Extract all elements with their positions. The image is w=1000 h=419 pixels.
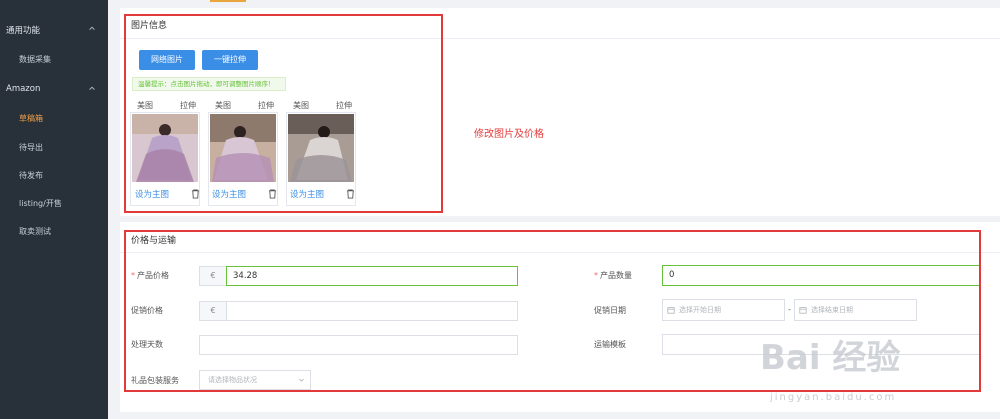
sidebar-item-drafts[interactable]: 草稿箱 [0,111,108,125]
chevron-up-icon [89,86,95,90]
sidebar-item-label: 待导出 [19,143,43,152]
sidebar-item-to-publish[interactable]: 待发布 [0,168,108,182]
sidebar-item-listing[interactable]: listing/开售 [0,196,108,210]
sidebar-item-label: 待发布 [19,171,43,180]
watermark-logo: Bai 经验 [760,338,901,378]
chevron-up-icon [89,26,95,30]
sidebar: 通用功能 数据采集 Amazon 草稿箱 待导出 待发布 listing/开售 … [0,0,108,419]
sidebar-item-data-collect[interactable]: 数据采集 [0,52,108,66]
active-tab-indicator [210,0,246,2]
annotation-text: 修改图片及价格 [474,129,544,140]
sidebar-group-label: 通用功能 [6,26,41,36]
sidebar-item-label: 取卖测试 [19,227,51,236]
sidebar-item-test[interactable]: 取卖测试 [0,224,108,238]
sidebar-item-label: listing/开售 [19,199,62,208]
sidebar-group-label: Amazon [6,84,41,94]
annotation-box [124,14,443,213]
watermark-url: jingyan.baidu.com [770,392,897,403]
sidebar-item-label: 草稿箱 [19,114,43,123]
sidebar-item-to-export[interactable]: 待导出 [0,140,108,154]
sidebar-item-label: 数据采集 [19,55,51,64]
sidebar-group-amazon[interactable]: Amazon [0,82,108,96]
sidebar-group-general[interactable]: 通用功能 [0,22,108,36]
